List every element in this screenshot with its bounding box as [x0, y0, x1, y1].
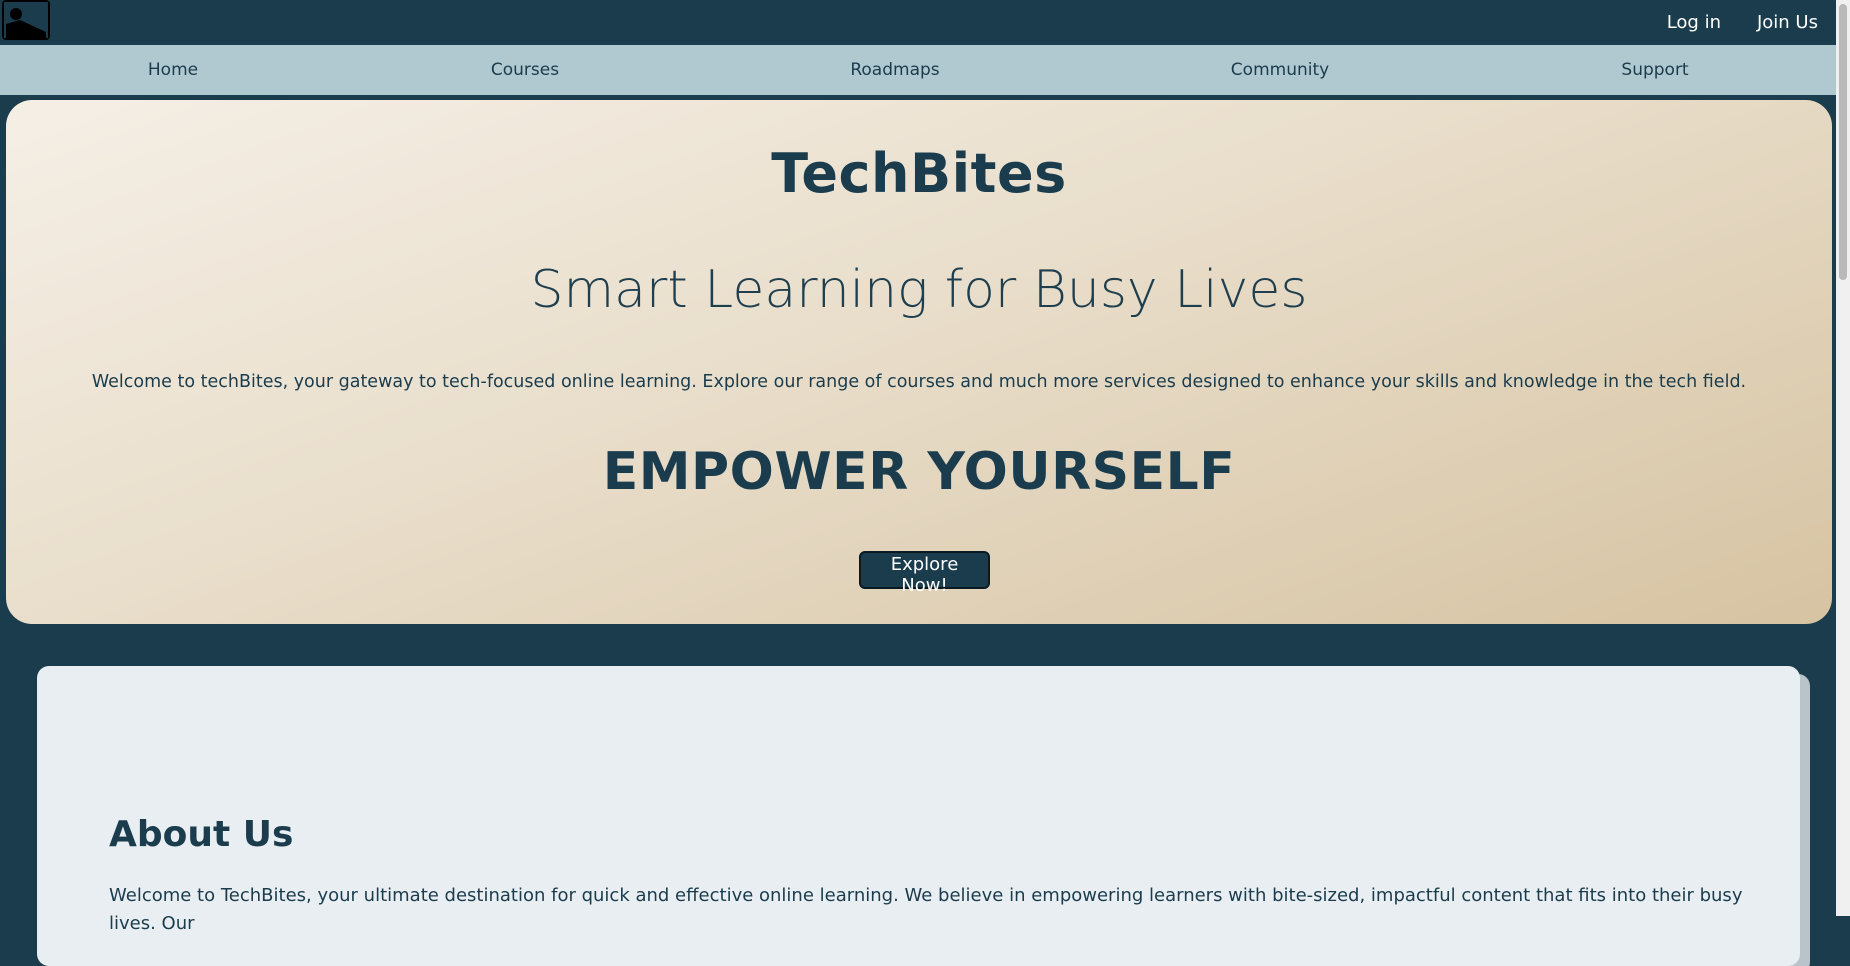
hero-description: Welcome to techBites, your gateway to te…	[91, 372, 1747, 392]
auth-links: Log in Join Us	[1667, 12, 1818, 33]
nav-item-home[interactable]: Home	[148, 60, 198, 80]
top-header: Log in Join Us	[0, 0, 1850, 45]
logo-image-icon[interactable]	[2, 0, 50, 40]
hero-tagline: EMPOWER YOURSELF	[602, 442, 1236, 502]
about-section: About Us Welcome to TechBites, your ulti…	[37, 666, 1800, 966]
page-scrollbar[interactable]	[1836, 0, 1850, 916]
about-heading: About Us	[109, 814, 294, 855]
hero-subtitle: Smart Learning for Busy Lives	[530, 260, 1308, 320]
nav-item-support[interactable]: Support	[1621, 60, 1688, 80]
explore-now-button[interactable]: Explore Now!	[859, 551, 990, 596]
join-us-link[interactable]: Join Us	[1757, 12, 1818, 33]
hero-section: TechBites Smart Learning for Busy Lives …	[6, 100, 1832, 624]
about-body: Welcome to TechBites, your ultimate dest…	[109, 885, 1743, 934]
nav-item-courses[interactable]: Courses	[491, 60, 559, 80]
hero-title: TechBites	[771, 142, 1067, 205]
main-navigation: Home Courses Roadmaps Community Support	[0, 45, 1836, 95]
login-link[interactable]: Log in	[1667, 12, 1721, 33]
nav-item-community[interactable]: Community	[1231, 60, 1329, 80]
nav-item-roadmaps[interactable]: Roadmaps	[850, 60, 939, 80]
scrollbar-thumb[interactable]	[1839, 4, 1847, 280]
